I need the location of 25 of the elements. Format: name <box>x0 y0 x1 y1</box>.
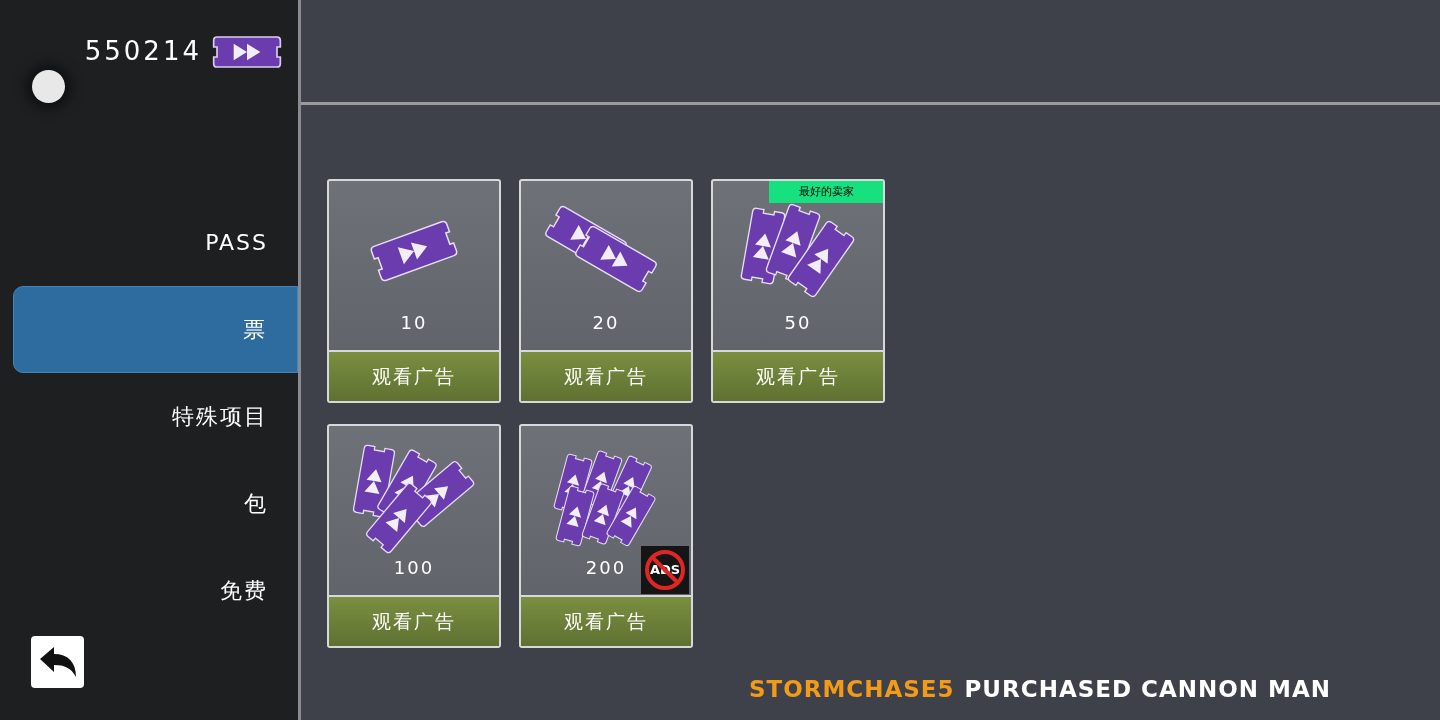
currency-amount: 550214 <box>84 35 202 68</box>
sidebar-tab[interactable]: 免费 <box>13 547 298 634</box>
ticket-amount: 10 <box>400 311 428 335</box>
watch-ad-button[interactable]: 观看广告 <box>521 350 691 401</box>
sidebar-tab[interactable]: PASS <box>13 199 298 286</box>
ticket-amount: 50 <box>784 311 812 335</box>
sidebar-tab[interactable]: 特殊项目 <box>13 373 298 460</box>
watch-ad-button[interactable]: 观看广告 <box>329 350 499 401</box>
ticket-amount: 20 <box>592 311 620 335</box>
offer-card[interactable]: 100 观看广告 <box>327 424 501 648</box>
offer-card[interactable]: 最好的卖家 50 观看广告 <box>711 179 885 403</box>
purchase-message: PURCHASED CANNON MAN <box>964 674 1331 704</box>
watch-ad-button[interactable]: 观看广告 <box>521 595 691 646</box>
watch-ad-button[interactable]: 观看广告 <box>713 350 883 401</box>
ticket-amount: 200 <box>585 556 627 580</box>
sidebar-tab[interactable]: 票 <box>13 286 298 373</box>
ticket-amount: 100 <box>393 556 435 580</box>
player-name: STORMCHASE5 <box>748 674 955 704</box>
joystick-knob[interactable] <box>32 70 65 103</box>
sidebar-tab[interactable]: 包 <box>13 460 298 547</box>
offer-card[interactable]: 10 观看广告 <box>327 179 501 403</box>
back-button[interactable] <box>31 636 84 688</box>
best-seller-badge: 最好的卖家 <box>769 181 883 203</box>
offer-card[interactable]: 20 观看广告 <box>519 179 693 403</box>
watch-ad-button[interactable]: 观看广告 <box>329 595 499 646</box>
